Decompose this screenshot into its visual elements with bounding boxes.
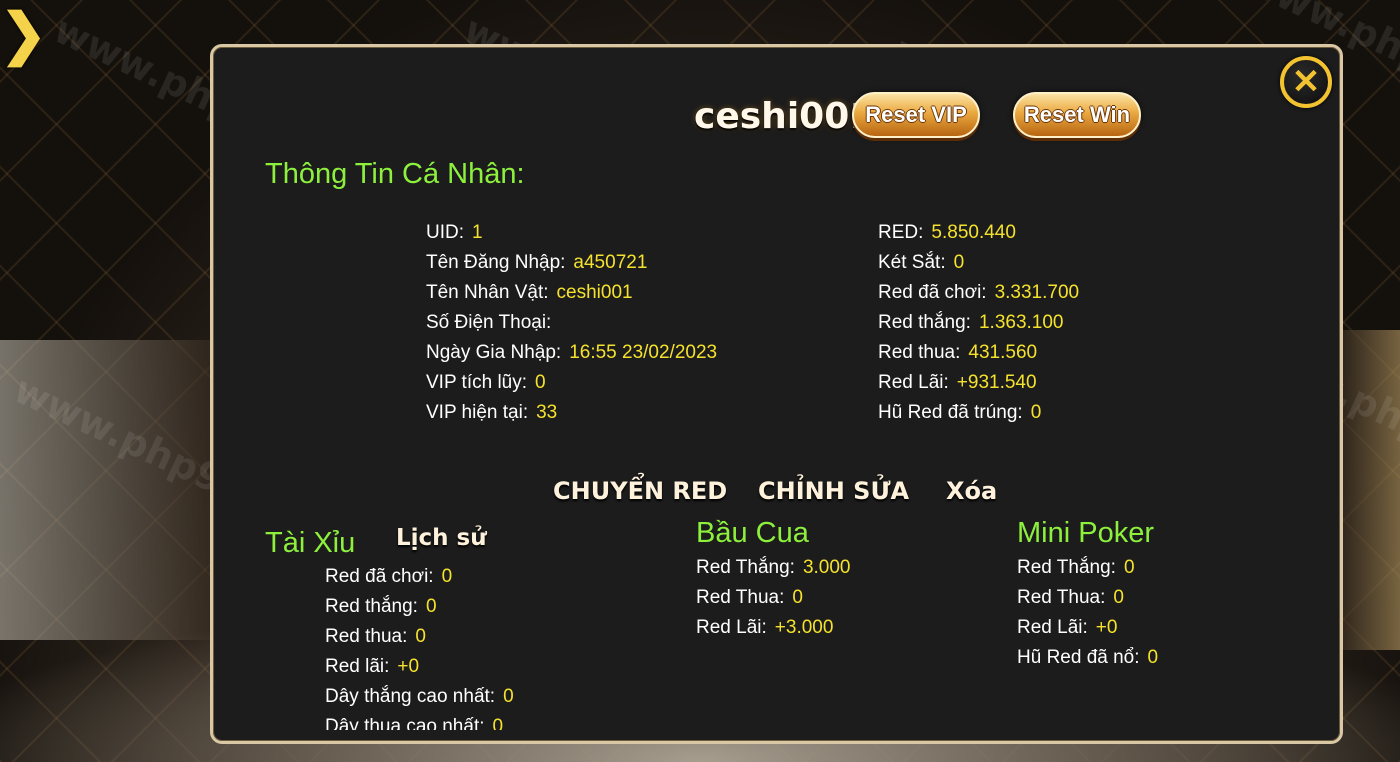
info-vip-current: VIP hiện tại: 33 xyxy=(426,402,558,423)
baucua-red-profit: Red Lãi: +3.000 xyxy=(696,617,834,638)
edit-button[interactable]: CHỈNH SỬA xyxy=(758,477,909,505)
username-title: ceshi001 xyxy=(694,96,875,137)
close-button[interactable]: ✕ xyxy=(1280,56,1332,108)
info-red-lost: Red thua: 431.560 xyxy=(878,342,1038,363)
minipoker-jackpot: Hũ Red đã nổ: 0 xyxy=(1017,647,1159,668)
baucua-red-lost: Red Thua: 0 xyxy=(696,587,803,608)
transfer-red-button[interactable]: CHUYỂN RED xyxy=(553,477,727,505)
minipoker-red-profit: Red Lãi: +0 xyxy=(1017,617,1118,638)
info-red-profit: Red Lãi: +931.540 xyxy=(878,372,1037,393)
info-red-balance: RED: 5.850.440 xyxy=(878,222,1016,243)
baucua-title: Bầu Cua xyxy=(696,517,809,549)
history-button[interactable]: Lịch sử xyxy=(396,525,487,551)
taixiu-win-streak: Dây thắng cao nhất: 0 xyxy=(325,686,514,707)
close-icon: ✕ xyxy=(1291,63,1321,101)
taixiu-red-lost: Red thua: 0 xyxy=(325,626,426,647)
personal-info-title: Thông Tin Cá Nhân: xyxy=(265,158,525,190)
taixiu-title: Tài Xỉu xyxy=(265,527,356,559)
delete-button[interactable]: Xóa xyxy=(946,477,997,505)
background-wall xyxy=(1340,330,1400,650)
minipoker-red-won: Red Thắng: 0 xyxy=(1017,557,1135,578)
taixiu-red-won: Red thắng: 0 xyxy=(325,596,437,617)
baucua-red-won: Red Thắng: 3.000 xyxy=(696,557,851,578)
info-vip-accumulated: VIP tích lũy: 0 xyxy=(426,372,546,393)
minipoker-title: Mini Poker xyxy=(1017,517,1154,549)
info-red-played: Red đã chơi: 3.331.700 xyxy=(878,282,1080,303)
info-login-name: Tên Đăng Nhập: a450721 xyxy=(426,252,648,273)
info-red-won: Red thắng: 1.363.100 xyxy=(878,312,1064,333)
info-character-name: Tên Nhân Vật: ceshi001 xyxy=(426,282,633,303)
background-pillar xyxy=(0,340,210,640)
info-jackpot-won: Hũ Red đã trúng: 0 xyxy=(878,402,1042,423)
reset-vip-button[interactable]: Reset VIP xyxy=(852,92,980,138)
info-uid: UID: 1 xyxy=(426,222,483,243)
info-safe: Két Sắt: 0 xyxy=(878,252,965,273)
taixiu-red-played: Red đã chơi: 0 xyxy=(325,566,453,587)
info-join-date: Ngày Gia Nhập: 16:55 23/02/2023 xyxy=(426,342,718,363)
taixiu-lose-streak: Dây thua cao nhất: 0 xyxy=(325,716,504,730)
reset-win-button[interactable]: Reset Win xyxy=(1013,92,1141,138)
info-phone: Số Điện Thoại: xyxy=(426,312,552,333)
minipoker-red-lost: Red Thua: 0 xyxy=(1017,587,1124,608)
back-arrow-icon[interactable]: ❯ xyxy=(0,6,47,64)
taixiu-red-profit: Red lãi: +0 xyxy=(325,656,420,677)
